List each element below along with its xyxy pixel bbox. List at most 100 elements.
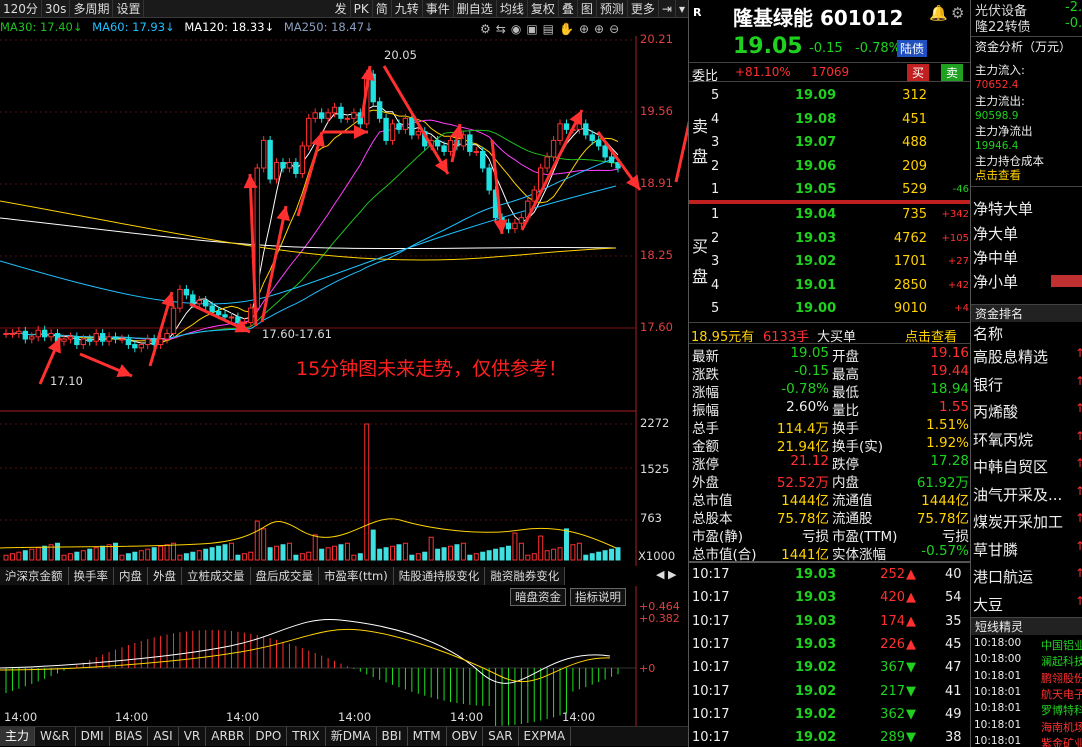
toolbar-adjust[interactable]: 复权 [528, 0, 559, 18]
arrow-up-icon: ↑ [1075, 593, 1082, 608]
big-order-link[interactable]: 点击查看 [905, 326, 957, 345]
indicator-tab[interactable]: ASI [148, 727, 179, 746]
indicator-tab[interactable]: ARBR [206, 727, 251, 746]
candle-body [222, 314, 228, 318]
rank-item[interactable]: 大豆 [973, 594, 1003, 615]
toolbar-events[interactable]: 事件 [423, 0, 454, 18]
lock-icon[interactable]: ▣ [526, 22, 542, 36]
toolbar-remove-favorite[interactable]: 删自选 [454, 0, 497, 18]
chevron-right-icon[interactable]: ▶ [668, 568, 676, 581]
stat-label: 流通值 [832, 493, 873, 509]
indicator-tab[interactable]: BBI [377, 727, 408, 746]
news-title: 短线精灵 [975, 620, 1024, 634]
indicator-tab[interactable]: MTM [408, 727, 447, 746]
toolbar-pk[interactable]: PK [351, 0, 373, 18]
candle-body [119, 338, 125, 341]
interval-select[interactable]: 30s [42, 0, 71, 18]
indicator-tab[interactable]: DPO [250, 727, 288, 746]
news-stock[interactable]: 紫金矿业 [1041, 735, 1082, 747]
kline-chart[interactable] [0, 36, 688, 566]
indicator-help-button[interactable]: 指标说明 [570, 588, 626, 606]
zoom-out-icon[interactable]: ⊖ [609, 22, 624, 36]
tick-time: 10:17 [692, 660, 730, 676]
tab-margin[interactable]: 融资融券变化 [485, 567, 566, 585]
toolbar-more[interactable]: 更多 [628, 0, 659, 18]
indicator-tab[interactable]: EXPMA [519, 727, 572, 746]
dark-pool-button[interactable]: 暗盘资金 [510, 588, 566, 606]
volume-bar [351, 554, 357, 561]
rank-item[interactable]: 港口航运 [973, 566, 1033, 587]
rank-item[interactable]: 环氧丙烷 [973, 429, 1033, 450]
news-stock[interactable]: 澜起科技 [1041, 653, 1082, 669]
news-stock[interactable]: 航天电子 [1041, 686, 1082, 702]
toolbar-chart[interactable]: 图 [578, 0, 597, 18]
indicator-tab[interactable]: 主力 [0, 727, 36, 746]
gear-icon[interactable]: ⚙ [480, 22, 496, 36]
tab-inner[interactable]: 内盘 [114, 567, 148, 585]
candle-body [376, 101, 383, 119]
ma-line [6, 109, 619, 343]
period-select[interactable]: 120分 [0, 0, 42, 18]
fund-link[interactable]: 点击查看 [975, 167, 1021, 183]
news-stock[interactable]: 海南机场 [1041, 719, 1082, 735]
net-item: 净大单 [973, 225, 1019, 243]
rank-item[interactable]: 草甘膦 [973, 539, 1018, 560]
dropdown-icon[interactable]: ▾ [676, 0, 688, 18]
candle-body [248, 307, 254, 323]
candle-body [557, 123, 563, 141]
volume-bar [602, 550, 608, 561]
settings-button[interactable]: 设置 [113, 0, 145, 18]
crosshair-icon[interactable]: ⊕ [579, 22, 594, 36]
indicator-tab[interactable]: SAR [483, 727, 519, 746]
sell-button[interactable]: 卖 [941, 64, 964, 81]
rank-item[interactable]: 丙烯酸 [973, 401, 1018, 422]
eye-icon[interactable]: ◉ [511, 22, 526, 36]
toolbar-jian[interactable]: 简 [373, 0, 392, 18]
indicator-tab[interactable]: 新DMA [326, 727, 377, 746]
tab-pe[interactable]: 市盈率(ttm) [319, 567, 394, 585]
print-icon[interactable]: ▤ [543, 22, 559, 36]
zoom-in-icon[interactable]: ⊕ [594, 22, 609, 36]
indicator-tab[interactable]: OBV [447, 727, 484, 746]
multi-period-button[interactable]: 多周期 [70, 0, 114, 18]
tab-northbound[interactable]: 陆股通持股变化 [393, 567, 486, 585]
indicator-tab[interactable]: BIAS [110, 727, 149, 746]
stat-value: 1441亿 [781, 547, 829, 563]
tab-after-hours[interactable]: 盘后成交量 [250, 567, 319, 585]
candle-body [589, 134, 595, 141]
exit-icon[interactable]: ⇥ [659, 0, 676, 18]
related-item[interactable]: 隆22转债 -0. [975, 16, 1082, 35]
news-stock[interactable]: 罗博特科 [1041, 702, 1082, 718]
indicator-tab[interactable]: DMI [76, 727, 110, 746]
tab-scroll[interactable]: ◀ ▶ [656, 568, 676, 581]
rank-item[interactable]: 油气开采及... [973, 484, 1062, 505]
compare-icon[interactable]: ⇆ [496, 22, 511, 36]
tab-turnover-amount[interactable]: 沪深京金额 [0, 567, 69, 585]
stat-row: 涨幅 -0.78% 最低 18.94 [689, 381, 971, 401]
toolbar-overlay[interactable]: 叠 [559, 0, 578, 18]
indicator-tab[interactable]: W&R [35, 727, 76, 746]
toolbar-jiuzhuan[interactable]: 九转 [392, 0, 423, 18]
tab-stake-volume[interactable]: 立桩成交量 [182, 567, 251, 585]
tab-turnover-rate[interactable]: 换手率 [68, 567, 114, 585]
rank-item[interactable]: 银行 [973, 374, 1003, 395]
indicator-tab[interactable]: TRIX [287, 727, 326, 746]
indicator-tab[interactable]: VR [179, 727, 207, 746]
news-stock[interactable]: 鹏翎股份 [1041, 670, 1082, 686]
toolbar-fa[interactable]: 发 [332, 0, 351, 18]
hand-icon[interactable]: ✋ [559, 22, 579, 36]
macd-chart[interactable] [0, 586, 688, 726]
news-stock[interactable]: 中国铝业 [1041, 637, 1082, 653]
toolbar-ma[interactable]: 均线 [497, 0, 528, 18]
volume-bar [448, 545, 454, 561]
tab-outer[interactable]: 外盘 [148, 567, 182, 585]
bell-icon[interactable]: 🔔 [929, 4, 948, 22]
chevron-left-icon[interactable]: ◀ [656, 568, 664, 581]
gear-icon[interactable]: ⚙ [951, 4, 964, 22]
toolbar-predict[interactable]: 预测 [597, 0, 628, 18]
rank-item[interactable]: 高股息精选 [973, 346, 1048, 367]
rank-item[interactable]: 煤炭开采加工 [973, 511, 1063, 532]
buy-button[interactable]: 买 [907, 64, 930, 81]
rank-item[interactable]: 中韩自贸区 [973, 456, 1048, 477]
candle-body [293, 161, 299, 175]
